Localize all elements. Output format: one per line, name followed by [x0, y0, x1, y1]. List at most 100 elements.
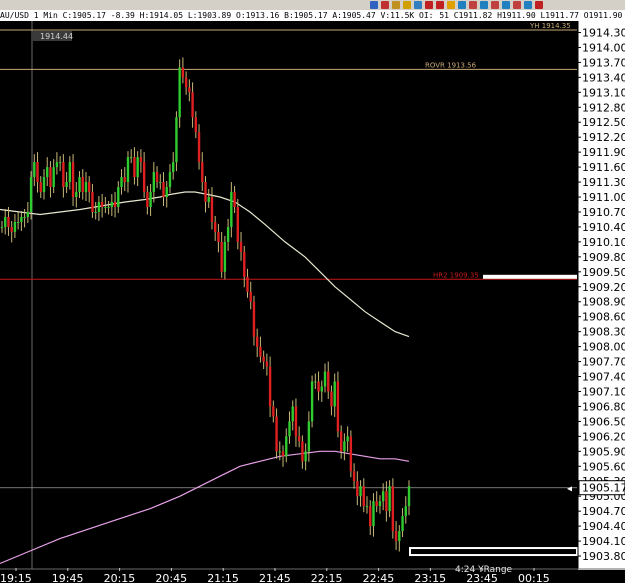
candle-body — [175, 117, 178, 163]
candle-body — [97, 202, 101, 212]
candle-body — [42, 177, 46, 193]
candle-body — [213, 221, 217, 232]
candle-body — [171, 162, 175, 173]
candle-body — [184, 77, 188, 88]
arrow-icon[interactable] — [491, 1, 499, 9]
candle-body — [246, 276, 249, 292]
candle-body — [133, 157, 136, 178]
candle-body — [191, 92, 194, 118]
time-tick-label: 21:15 — [207, 572, 239, 583]
candle-body — [210, 197, 214, 222]
price-axis[interactable]: 1914.30 1914.00 1913.70 1913.40 1913.10 1912.… — [567, 21, 625, 583]
price-chart[interactable]: 1914.44 YH 1914.35 ROVR 1913.56 HR2 1909.3… — [0, 21, 625, 583]
candle-body — [243, 251, 246, 277]
price-tick-label: 1913.70 — [582, 56, 625, 69]
time-tick-label: 20:45 — [155, 572, 187, 583]
arrow-icon[interactable] — [513, 1, 521, 9]
candle-body — [91, 192, 94, 212]
candle-body — [110, 202, 114, 207]
candle-body — [120, 177, 123, 188]
candle-body — [323, 371, 327, 387]
candle-body — [369, 506, 372, 527]
candle-body — [152, 172, 156, 193]
candle-body — [317, 381, 320, 392]
candle-body — [46, 167, 49, 178]
time-tick-label: 00:15 — [518, 572, 550, 583]
candle-body — [178, 67, 181, 118]
candle-body — [301, 441, 304, 462]
candle-body — [20, 216, 23, 222]
candle-body — [149, 192, 152, 207]
candle-body — [343, 441, 346, 452]
level-label: ROVR 1913.56 — [425, 61, 477, 69]
candle-body — [281, 451, 285, 457]
candle-body — [155, 172, 159, 183]
close-icon[interactable] — [535, 1, 543, 9]
price-tick-label: 1903.80 — [582, 550, 625, 563]
candles — [0, 57, 411, 552]
arrow-icon[interactable] — [414, 1, 422, 9]
price-tick-label: 1913.40 — [582, 71, 625, 84]
candle-body — [288, 421, 291, 437]
candle-body — [404, 506, 407, 517]
arrow-icon[interactable] — [469, 1, 477, 9]
candle-body — [333, 381, 336, 407]
arrow-icon[interactable] — [480, 1, 488, 9]
candle-body — [16, 221, 20, 223]
price-tick-label: 1912.50 — [582, 116, 625, 129]
candle-body — [265, 361, 269, 367]
circle-icon[interactable] — [436, 1, 444, 9]
candle-body — [197, 132, 201, 163]
time-axis[interactable]: 19:15 19:45 20:15 20:45 21:15 21:45 22:15 22:45… — [0, 568, 625, 583]
candle-body — [291, 406, 294, 422]
price-tick-label: 1910.70 — [582, 206, 625, 219]
chart-window: AU/USD 1 Min C:1905.17 -8.39 H:1914.05 L… — [0, 0, 625, 583]
time-tick-label: 22:45 — [363, 572, 395, 583]
candle-body — [381, 491, 385, 502]
candle-body — [0, 226, 4, 228]
arrow-icon[interactable] — [524, 1, 532, 9]
candle-body — [230, 192, 233, 227]
candle-body — [10, 226, 13, 232]
candle-body — [162, 182, 165, 198]
candle-body — [352, 471, 356, 482]
price-tick-label: 1907.40 — [582, 371, 625, 384]
price-tick-label: 1914.30 — [582, 26, 625, 39]
price-tick-label: 1908.60 — [582, 311, 625, 324]
candle-body — [359, 486, 362, 497]
price-tick-label: 1904.10 — [582, 535, 625, 548]
arrow-icon[interactable] — [502, 1, 510, 9]
candle-body — [207, 197, 210, 203]
candle-body — [126, 157, 130, 183]
cursor-label: 1914.44 — [40, 32, 73, 41]
candle-body — [294, 406, 298, 437]
heart-icon[interactable] — [425, 1, 433, 9]
candle-body — [362, 486, 365, 507]
bar-chart-icon[interactable] — [370, 1, 378, 9]
flag-icon[interactable] — [381, 1, 389, 9]
markers — [409, 274, 578, 557]
price-tick-label: 1914.00 — [582, 41, 625, 54]
candle-body — [220, 241, 223, 272]
candle-body — [194, 117, 198, 133]
candle-body — [385, 491, 388, 512]
candle-body — [407, 486, 411, 507]
candle-body — [75, 192, 78, 198]
bell-icon[interactable] — [447, 1, 455, 9]
candle-body — [201, 162, 204, 183]
candle-body — [365, 506, 369, 508]
candle-body — [388, 486, 391, 512]
arrow-icon[interactable] — [458, 1, 466, 9]
time-tick-label: 19:15 — [0, 572, 32, 583]
candle-body — [375, 501, 378, 507]
range-label: 4:24 YRange — [455, 565, 513, 575]
price-tick-label: 1906.20 — [582, 430, 625, 443]
time-tick-label: 19:45 — [52, 572, 84, 583]
arrow-up-icon[interactable] — [392, 1, 400, 9]
moving-averages — [0, 191, 410, 565]
price-tick-label: 1913.10 — [582, 86, 625, 99]
pencil-icon[interactable] — [403, 1, 411, 9]
candle-body — [239, 241, 243, 252]
time-tick-label: 20:15 — [104, 572, 136, 583]
time-tick-label: 21:45 — [259, 572, 291, 583]
